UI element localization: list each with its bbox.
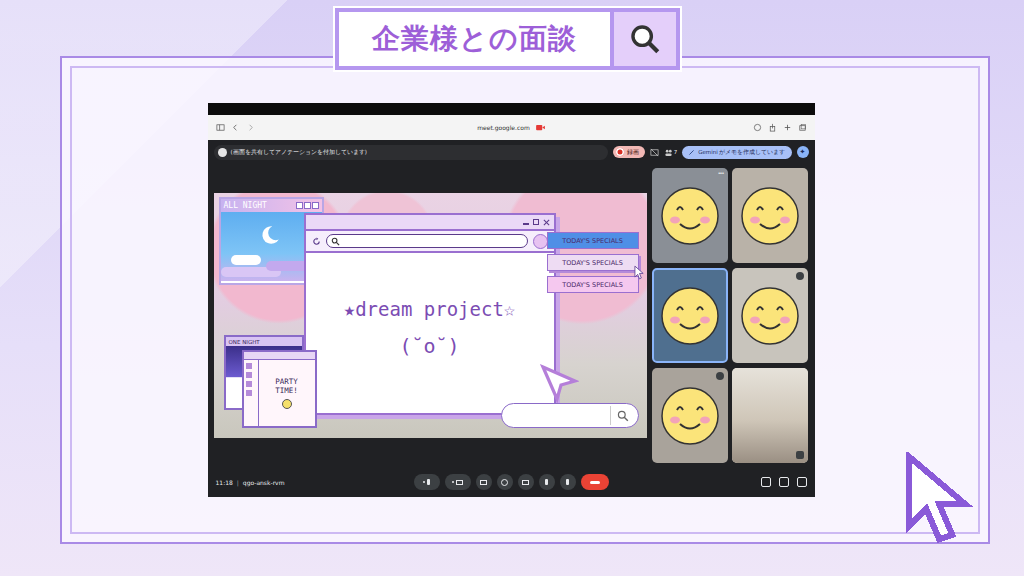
activities-icon[interactable] <box>797 477 807 487</box>
pen-icon <box>688 149 695 156</box>
sidebar-icon[interactable] <box>216 123 225 132</box>
browser-top-strip <box>208 103 815 115</box>
forward-icon[interactable] <box>246 123 255 132</box>
present-icon[interactable] <box>650 148 659 157</box>
browser-toolbar: meet.google.com <box>208 115 815 140</box>
specials-menu: TODAY'S SPECIALS TODAY'S SPECIALS TODAY'S … <box>547 232 639 293</box>
party-text: PARTY TIME! <box>267 377 307 395</box>
participant-tiles: ••• <box>652 168 808 463</box>
gemini-spark-icon[interactable]: ✦ <box>797 146 809 158</box>
slide: meet.google.com (画面を共有してアノテーションを付加しています)… <box>0 0 1024 576</box>
participant-photo <box>732 368 808 463</box>
more-options-icon[interactable]: ••• <box>718 170 724 176</box>
close-icon[interactable] <box>543 219 550 226</box>
meet-side-icons <box>657 477 807 487</box>
meeting-code: qgo-ansk-rvm <box>243 479 285 486</box>
record-dot-icon <box>616 148 624 156</box>
clock-time: 11:18 <box>216 479 233 486</box>
cursor-icon <box>634 265 645 280</box>
title-search-box <box>610 12 676 66</box>
party-window: PARTY TIME! <box>242 350 317 428</box>
participant-tile[interactable] <box>732 168 808 263</box>
share-icon[interactable] <box>768 123 777 132</box>
search-icon <box>617 410 629 422</box>
window-titlebar: ALL NIGHT <box>221 199 322 212</box>
back-icon[interactable] <box>231 123 240 132</box>
muted-mic-icon <box>796 272 804 280</box>
smiley-face-icon <box>740 286 800 346</box>
slide-frame-inner: meet.google.com (画面を共有してアノテーションを付加しています)… <box>70 66 980 534</box>
present-button[interactable] <box>518 474 534 490</box>
meet-screenshot: meet.google.com (画面を共有してアノテーションを付加しています)… <box>208 103 815 497</box>
smiley-face-icon <box>740 186 800 246</box>
more-button[interactable] <box>560 474 576 490</box>
pointer-icon <box>539 363 579 403</box>
search-icon <box>331 237 340 246</box>
pixel-cursor-icon <box>903 452 993 548</box>
participant-tile[interactable]: ••• <box>652 168 728 263</box>
raise-hand-button[interactable] <box>539 474 555 490</box>
new-tab-icon[interactable] <box>783 123 792 132</box>
participant-tile[interactable] <box>732 268 808 363</box>
participants-button[interactable]: 7 <box>664 148 678 157</box>
dream-project-window: ★dream project☆ (˘o˘) <box>304 213 556 415</box>
camera-button[interactable] <box>445 474 471 490</box>
slide-title: 企業様との面談 <box>339 12 610 66</box>
hang-up-button[interactable] <box>581 474 609 490</box>
meet-area: (画面を共有してアノテーションを付加しています) 録画 7 Gemini がメモ… <box>208 140 815 497</box>
separator: | <box>237 479 239 486</box>
specials-item[interactable]: TODAY'S SPECIALS <box>547 232 639 249</box>
slide-frame: meet.google.com (画面を共有してアノテーションを付加しています)… <box>60 56 990 544</box>
gemini-notes-button[interactable]: Gemini がメモを作成しています <box>682 146 791 159</box>
meet-top-bar: (画面を共有してアノテーションを付加しています) 録画 7 Gemini がメモ… <box>208 140 815 164</box>
presenter-banner: (画面を共有してアノテーションを付加しています) <box>214 145 608 160</box>
meet-content: ALL NIGHT ★dream project☆ (˘o˘) TODAY'S … <box>208 164 815 467</box>
window-titlebar <box>306 215 554 231</box>
refresh-icon[interactable] <box>312 237 321 246</box>
info-icon[interactable] <box>761 477 771 487</box>
call-controls <box>366 474 657 490</box>
tabs-icon[interactable] <box>798 123 807 132</box>
people-icon <box>664 148 673 157</box>
emoji-button[interactable] <box>497 474 513 490</box>
party-sidebar <box>244 360 259 426</box>
avatar-icon <box>218 148 227 157</box>
meet-bottom-bar: 11:18 | qgo-ansk-rvm <box>208 467 815 497</box>
chat-icon[interactable] <box>779 477 789 487</box>
moon-icon <box>259 224 281 246</box>
record-button[interactable]: 録画 <box>613 146 645 158</box>
magnifier-icon <box>628 22 662 56</box>
window-toolbar <box>306 231 554 253</box>
title-pill: 企業様との面談 <box>335 8 680 70</box>
participant-count: 7 <box>674 149 678 155</box>
participant-tile[interactable] <box>732 368 808 463</box>
meeting-info: 11:18 | qgo-ansk-rvm <box>216 479 366 486</box>
specials-item[interactable]: TODAY'S SPECIALS <box>547 254 639 271</box>
shared-screen: ALL NIGHT ★dream project☆ (˘o˘) TODAY'S … <box>214 193 647 438</box>
smiley-face-icon <box>660 286 720 346</box>
pin-icon[interactable] <box>796 451 804 459</box>
specials-item[interactable]: TODAY'S SPECIALS <box>547 276 639 293</box>
recording-camera-icon <box>536 124 545 131</box>
banner-text: (画面を共有してアノテーションを付加しています) <box>231 149 367 156</box>
canvas-search-field[interactable] <box>501 403 639 428</box>
participant-tile[interactable] <box>652 268 728 363</box>
window-content: ★dream project☆ (˘o˘) <box>306 253 554 413</box>
mic-button[interactable] <box>414 474 440 490</box>
muted-mic-icon <box>716 372 724 380</box>
window-dot <box>533 234 548 249</box>
face-emoticon: (˘o˘) <box>399 334 459 358</box>
captions-button[interactable] <box>476 474 492 490</box>
smiley-icon <box>282 399 292 409</box>
download-icon[interactable] <box>753 123 762 132</box>
url-text: meet.google.com <box>477 124 530 131</box>
window-titlebar: ONE NIGHT <box>226 337 302 346</box>
dream-project-title: ★dream project☆ <box>344 298 516 320</box>
participant-tile[interactable] <box>652 368 728 463</box>
smiley-face-icon <box>660 186 720 246</box>
address-bar[interactable]: meet.google.com <box>342 124 681 131</box>
window-titlebar <box>244 352 315 360</box>
window-search-field[interactable] <box>326 234 528 248</box>
smiley-face-icon <box>660 386 720 446</box>
